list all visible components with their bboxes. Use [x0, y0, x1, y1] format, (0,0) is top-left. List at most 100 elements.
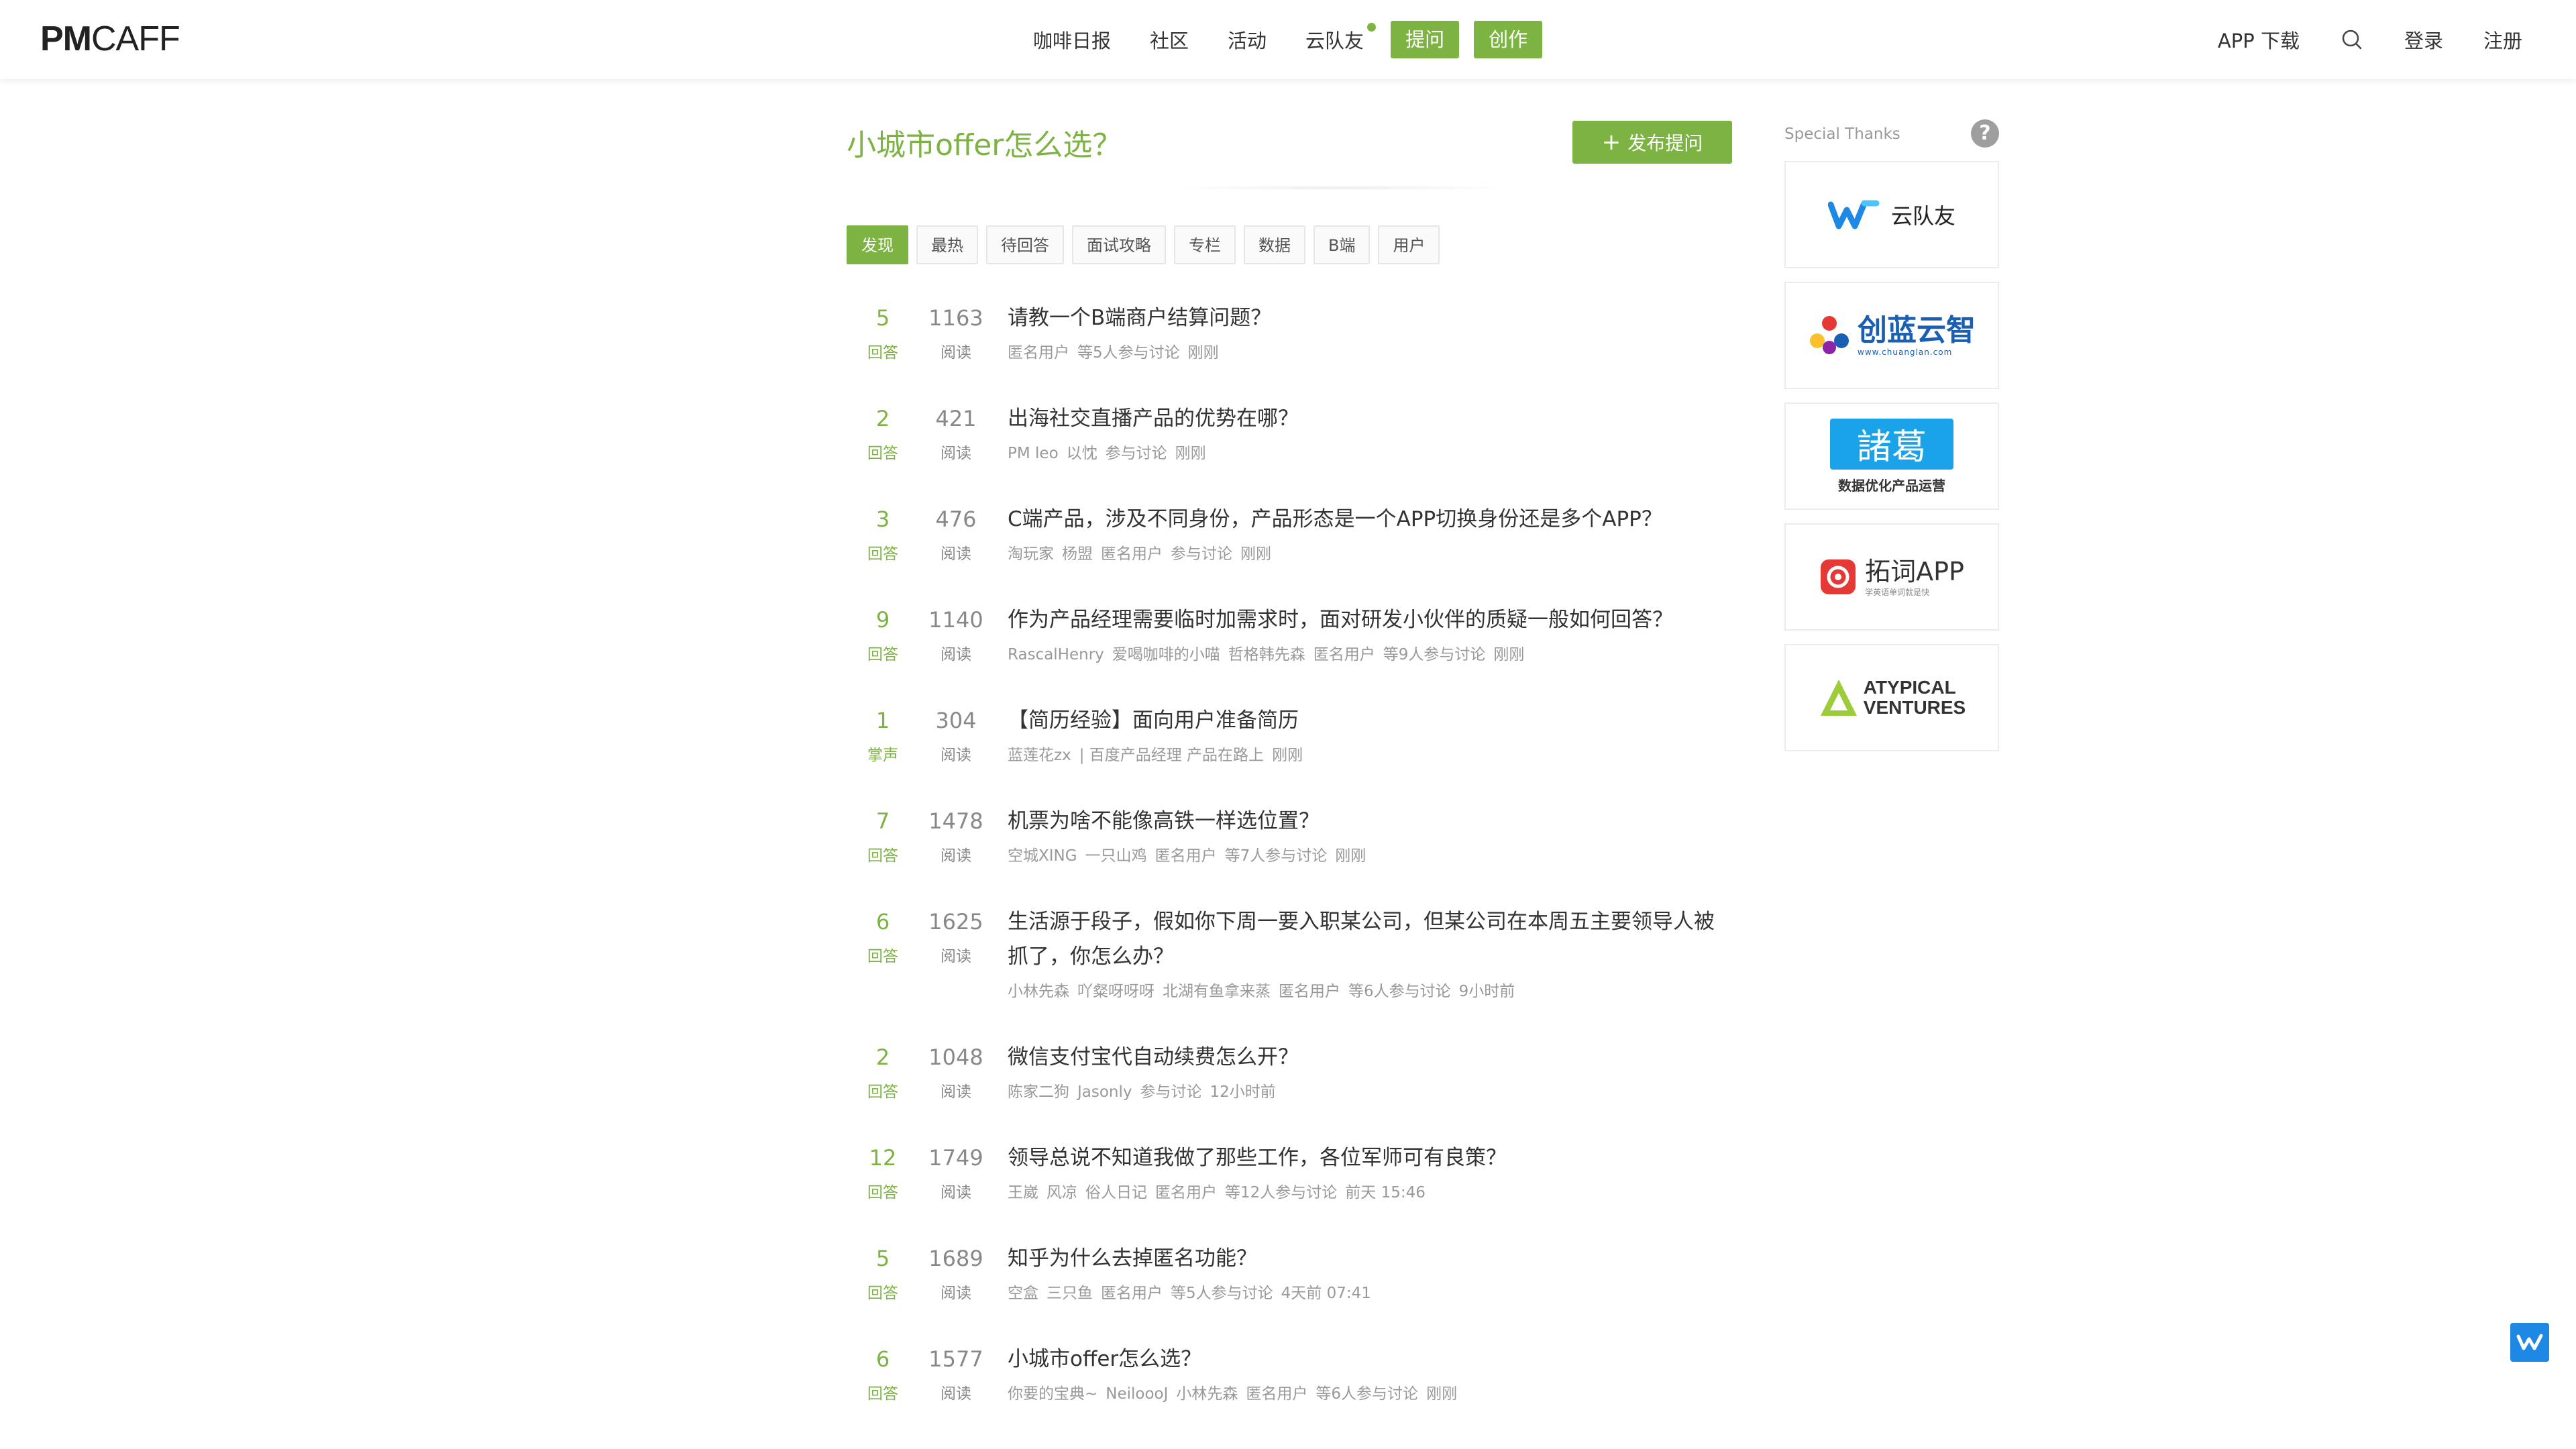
sponsor-zhuge-name: 諸葛 — [1856, 427, 1927, 468]
meta-item[interactable]: 蓝莲花zx — [1008, 747, 1071, 764]
tab-data[interactable]: 数据 — [1244, 225, 1305, 264]
meta-item[interactable]: Jasonly — [1077, 1083, 1132, 1101]
meta-item[interactable]: 等6人参与讨论 — [1316, 1385, 1418, 1403]
tab-interview[interactable]: 面试攻略 — [1072, 225, 1166, 264]
create-button[interactable]: 创作 — [1474, 21, 1543, 58]
meta-item[interactable]: 小林先森 — [1176, 1385, 1238, 1403]
meta-item[interactable]: 空城XING — [1008, 847, 1077, 865]
help-icon[interactable]: ? — [1971, 119, 1999, 148]
meta-item[interactable]: 等12人参与讨论 — [1225, 1184, 1337, 1201]
meta-item[interactable]: 以忱 — [1067, 445, 1097, 462]
tab-user[interactable]: 用户 — [1378, 225, 1440, 264]
meta-item[interactable]: 你要的宝典~ — [1008, 1385, 1097, 1403]
question-title[interactable]: 小城市offer怎么选？ — [1008, 1342, 1732, 1377]
meta-item[interactable]: NeiloooJ — [1106, 1385, 1168, 1403]
meta-item[interactable]: 匿名用户 — [1313, 646, 1375, 663]
meta-item[interactable]: 小林先森 — [1008, 983, 1069, 1000]
question-title[interactable]: 领导总说不知道我做了那些工作，各位军师可有良策？ — [1008, 1140, 1732, 1175]
publish-question-button[interactable]: + 发布提问 — [1572, 121, 1732, 164]
question-row[interactable]: 6 回答 1625 阅读 生活源于段子，假如你下周一要入职某公司，但某公司在本周五主要领… — [847, 904, 1732, 1009]
user-nav: APP 下载 登录 注册 — [2218, 19, 2522, 60]
meta-item[interactable]: | 百度产品经理 产品在路上 — [1079, 747, 1264, 764]
meta-item[interactable]: 匿名用户 — [1155, 847, 1217, 865]
question-title[interactable]: 生活源于段子，假如你下周一要入职某公司，但某公司在本周五主要领导人被抓了，你怎么… — [1008, 904, 1732, 974]
meta-item[interactable]: 北湖有鱼拿来蒸 — [1163, 983, 1271, 1000]
meta-item[interactable]: 参与讨论 — [1140, 1083, 1202, 1101]
read-count: 1577 — [928, 1346, 983, 1372]
meta-item[interactable]: 王崴 — [1008, 1184, 1038, 1201]
question-title[interactable]: 作为产品经理需要临时加需求时，面对研发小伙伴的质疑一般如何回答？ — [1008, 602, 1732, 637]
meta-item[interactable]: 等5人参与讨论 — [1077, 344, 1180, 362]
meta-item[interactable]: 风凉 — [1046, 1184, 1077, 1201]
meta-item[interactable]: 等6人参与讨论 — [1348, 983, 1451, 1000]
question-row[interactable]: 9 回答 1140 阅读 作为产品经理需要临时加需求时，面对研发小伙伴的质疑一般如何回答… — [847, 602, 1732, 672]
meta-item[interactable]: 淘玩家 — [1008, 545, 1054, 563]
meta-item[interactable]: 三只鱼 — [1046, 1285, 1093, 1302]
tab-column[interactable]: 专栏 — [1174, 225, 1236, 264]
question-row[interactable]: 6 回答 1577 阅读 小城市offer怎么选？ 你要的宝典~ NeiloooJ 小林先森匿… — [847, 1342, 1732, 1411]
sponsor-chuanglan[interactable]: 创蓝云智 www.chuanglan.com — [1784, 282, 1999, 389]
meta-item[interactable]: 匿名用户 — [1246, 1385, 1307, 1403]
nav-cloud-teammate[interactable]: 云队友 — [1305, 23, 1377, 54]
meta-item[interactable]: 一只山鸡 — [1085, 847, 1147, 865]
sponsor-tuoci[interactable]: 拓词APP 学英语单词就是快 — [1784, 523, 1999, 631]
question-row[interactable]: 2 回答 421 阅读 出海社交直播产品的优势在哪？ PM leo 以忱 参与讨论 刚刚 — [847, 401, 1732, 471]
login-link[interactable]: 登录 — [2404, 25, 2443, 54]
question-title[interactable]: 出海社交直播产品的优势在哪？ — [1008, 401, 1732, 436]
read-label: 阅读 — [941, 344, 971, 362]
question-row[interactable]: 2 回答 1048 阅读 微信支付宝代自动续费怎么开？ 陈家二狗 Jasonly 参与讨论 12… — [847, 1040, 1732, 1110]
tab-hot[interactable]: 最热 — [916, 225, 978, 264]
read-count: 1478 — [928, 808, 983, 834]
floating-chat-button[interactable] — [2510, 1323, 2549, 1362]
question-row[interactable]: 1 掌声 304 阅读 【简历经验】面向用户准备简历 蓝莲花zx | 百度产品经理 产品在路… — [847, 703, 1732, 773]
meta-item[interactable]: 吖粲呀呀呀 — [1077, 983, 1155, 1000]
meta-item[interactable]: 等9人参与讨论 — [1383, 646, 1486, 663]
meta-item[interactable]: 参与讨论 — [1106, 445, 1167, 462]
search-icon[interactable] — [2340, 28, 2364, 52]
meta-item[interactable]: 哲格韩先森 — [1228, 646, 1305, 663]
question-content: 生活源于段子，假如你下周一要入职某公司，但某公司在本周五主要领导人被抓了，你怎么… — [993, 904, 1732, 1009]
pmcaff-logo[interactable]: PM CAFF — [40, 19, 180, 58]
nav-cloud-teammate-label: 云队友 — [1305, 30, 1364, 52]
meta-item[interactable]: 匿名用户 — [1008, 344, 1069, 362]
question-title[interactable]: 【简历经验】面向用户准备简历 — [1008, 703, 1732, 738]
question-title[interactable]: C端产品，涉及不同身份，产品形态是一个APP切换身份还是多个APP？ — [1008, 502, 1732, 537]
question-row[interactable]: 5 回答 1689 阅读 知乎为什么去掉匿名功能？ 空盒 三只鱼 匿名用户 等5人参与讨论 4天前… — [847, 1241, 1732, 1311]
sponsor-tuoci-name: 拓词APP — [1865, 556, 1964, 586]
meta-item[interactable]: 匿名用户 — [1101, 1285, 1163, 1302]
meta-item[interactable]: 空盒 — [1008, 1285, 1038, 1302]
meta-item[interactable]: 匿名用户 — [1155, 1184, 1217, 1201]
meta-item[interactable]: RascalHenry — [1008, 646, 1104, 663]
question-row[interactable]: 5 回答 1163 阅读 请教一个B端商户结算问题？ 匿名用户 等5人参与讨论 刚刚 — [847, 301, 1732, 370]
meta-item[interactable]: 俗人日记 — [1085, 1184, 1147, 1201]
sponsor-yunduiyou[interactable]: 云队友 — [1784, 161, 1999, 268]
meta-item[interactable]: 等5人参与讨论 — [1171, 1285, 1273, 1302]
question-title[interactable]: 请教一个B端商户结算问题？ — [1008, 301, 1732, 335]
meta-item[interactable]: 陈家二狗 — [1008, 1083, 1069, 1101]
sponsor-atypical[interactable]: ATYPICAL VENTURES — [1784, 644, 1999, 751]
meta-item[interactable]: 杨盟 — [1062, 545, 1093, 563]
question-title[interactable]: 微信支付宝代自动续费怎么开？ — [1008, 1040, 1732, 1075]
app-download-link[interactable]: APP 下载 — [2218, 25, 2300, 54]
nav-community[interactable]: 社区 — [1150, 25, 1189, 54]
question-title[interactable]: 知乎为什么去掉匿名功能？ — [1008, 1241, 1732, 1276]
nav-activity[interactable]: 活动 — [1228, 25, 1267, 54]
nav-coffee-daily[interactable]: 咖啡日报 — [1033, 25, 1111, 54]
question-row[interactable]: 12 回答 1749 阅读 领导总说不知道我做了那些工作，各位军师可有良策？ 王崴 风凉 俗人… — [847, 1140, 1732, 1210]
question-meta: 匿名用户 等5人参与讨论 刚刚 — [1008, 335, 1732, 370]
meta-item[interactable]: 匿名用户 — [1279, 983, 1340, 1000]
ask-button[interactable]: 提问 — [1391, 21, 1460, 58]
meta-item[interactable]: 参与讨论 — [1171, 545, 1232, 563]
meta-item[interactable]: 爱喝咖啡的小喵 — [1112, 646, 1220, 663]
tab-discover[interactable]: 发现 — [847, 225, 908, 264]
tab-unanswered[interactable]: 待回答 — [986, 225, 1064, 264]
question-row[interactable]: 7 回答 1478 阅读 机票为啥不能像高铁一样选位置？ 空城XING 一只山鸡 匿名用户 等7… — [847, 804, 1732, 873]
tab-b-end[interactable]: B端 — [1313, 225, 1371, 264]
question-row[interactable]: 3 回答 476 阅读 C端产品，涉及不同身份，产品形态是一个APP切换身份还是多个AP… — [847, 502, 1732, 572]
question-title[interactable]: 机票为啥不能像高铁一样选位置？ — [1008, 804, 1732, 839]
sponsor-zhuge[interactable]: 諸葛 数据优化产品运营 — [1784, 402, 1999, 510]
meta-item[interactable]: 等7人参与讨论 — [1225, 847, 1328, 865]
meta-item[interactable]: PM leo — [1008, 445, 1059, 462]
register-link[interactable]: 注册 — [2483, 25, 2522, 54]
meta-item[interactable]: 匿名用户 — [1101, 545, 1163, 563]
